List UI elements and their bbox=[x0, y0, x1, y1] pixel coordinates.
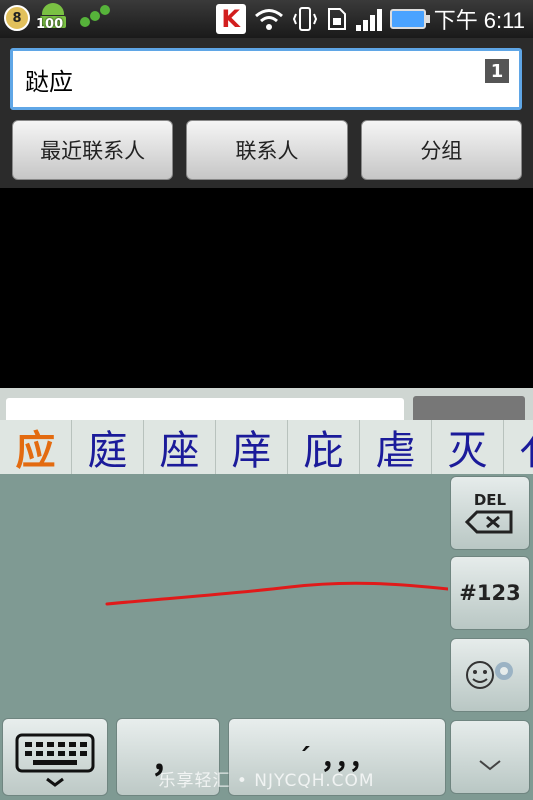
system-icons: K 下午 6:11 bbox=[215, 3, 525, 35]
tab-groups[interactable]: 分组 bbox=[360, 120, 522, 180]
clock: 下午 6:11 bbox=[433, 8, 525, 33]
result-count-badge: 1 bbox=[485, 59, 509, 83]
ime-action-tab[interactable] bbox=[413, 396, 525, 420]
candidate-item[interactable]: 庇 bbox=[288, 420, 360, 474]
candidate-item[interactable]: 虐 bbox=[360, 420, 432, 474]
search-box[interactable]: 1 bbox=[10, 48, 522, 110]
candidate-item[interactable]: 应 bbox=[0, 420, 72, 474]
vibrate-icon bbox=[292, 7, 317, 31]
notification-icons: 8 100 bbox=[4, 3, 112, 33]
sim-card-icon bbox=[327, 8, 346, 30]
delete-key[interactable]: DEL bbox=[450, 476, 530, 550]
tab-contacts[interactable]: 联系人 bbox=[186, 120, 348, 180]
candidate-bar: 应庭座庠庇虐灭亻 bbox=[0, 420, 533, 474]
watermark: 乐享轻汇 • NJYCQH.COM bbox=[158, 771, 375, 791]
android-count: 100 bbox=[36, 17, 64, 32]
signal-icon bbox=[355, 7, 382, 31]
candidate-item[interactable]: 灭 bbox=[432, 420, 504, 474]
handwriting-pad[interactable] bbox=[0, 474, 450, 718]
ime-function-keys: DEL #123 bbox=[448, 474, 533, 800]
app-k-icon: K bbox=[215, 4, 246, 34]
candidate-item[interactable]: 庠 bbox=[216, 420, 288, 474]
emoji-settings-key[interactable] bbox=[450, 638, 530, 712]
wifi-icon bbox=[254, 9, 283, 30]
ime-composing-bar bbox=[0, 388, 533, 420]
android-icon: 100 bbox=[36, 3, 72, 33]
results-list bbox=[0, 188, 533, 388]
tab-recent-contacts[interactable]: 最近联系人 bbox=[12, 120, 174, 180]
backspace-icon bbox=[465, 510, 513, 534]
status-bar: 8 100 K 下午 6:11 bbox=[0, 0, 533, 38]
notification-badge-count: 8 bbox=[12, 10, 22, 26]
search-input[interactable] bbox=[13, 51, 519, 107]
candidate-item[interactable]: 亻 bbox=[504, 420, 533, 474]
symbols-key[interactable]: #123 bbox=[450, 556, 530, 630]
candidate-item[interactable]: 座 bbox=[144, 420, 216, 474]
delete-key-label: DEL bbox=[473, 491, 507, 509]
peapod-icon bbox=[78, 3, 112, 33]
battery-icon bbox=[389, 9, 430, 29]
candidate-item[interactable]: 庭 bbox=[72, 420, 144, 474]
smiley-gear-icon bbox=[466, 661, 513, 689]
contact-tabs: 最近联系人 联系人 分组 bbox=[12, 120, 522, 180]
handwriting-stroke bbox=[105, 581, 450, 606]
notification-badge-icon: 8 bbox=[4, 5, 30, 31]
ime-composing-field bbox=[6, 398, 404, 420]
search-header: 1 最近联系人 联系人 分组 bbox=[0, 38, 533, 188]
